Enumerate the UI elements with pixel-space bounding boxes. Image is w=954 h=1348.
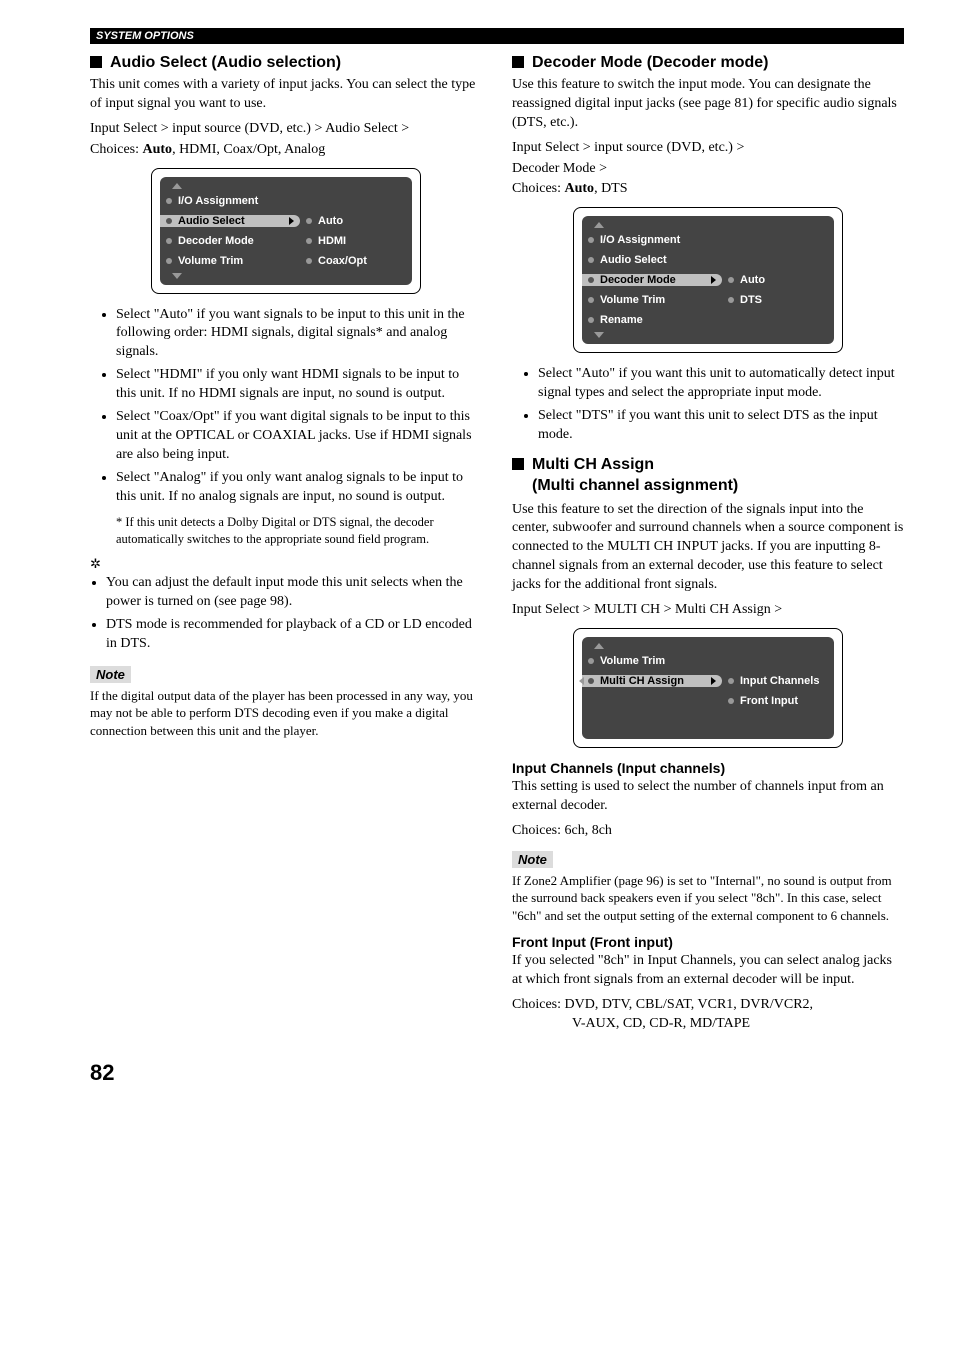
osd-right-arrow-icon <box>711 677 716 685</box>
decoder-mode-path2: Decoder Mode > <box>512 160 904 179</box>
header-bar: SYSTEM OPTIONS <box>90 28 904 44</box>
page-number: 82 <box>90 1060 904 1086</box>
osd-arrow-up-icon <box>594 643 604 649</box>
osd-item: Volume Trim <box>600 294 665 306</box>
osd-left-arrow-icon <box>579 677 584 685</box>
osd-right-arrow-icon <box>289 217 294 225</box>
section-title-text: Audio Select (Audio selection) <box>110 54 341 71</box>
front-input-choices: Choices: DVD, DTV, CBL/SAT, VCR1, DVR/VC… <box>512 996 904 1015</box>
osd-arrow-down-icon <box>594 332 604 338</box>
input-channels-desc: This setting is used to select the numbe… <box>512 778 904 816</box>
bullet-item: Select "Auto" if you want signals to be … <box>116 306 482 363</box>
decoder-mode-path: Input Select > input source (DVD, etc.) … <box>512 139 904 158</box>
osd-option: HDMI <box>318 235 346 247</box>
section-title-audio-select: Audio Select (Audio selection) <box>90 54 482 72</box>
osd-item: Audio Select <box>600 254 667 266</box>
bullet-item: Select "Coax/Opt" if you want digital si… <box>116 408 482 465</box>
note-text: If the digital output data of the player… <box>90 687 482 740</box>
subsection-input-channels: Input Channels (Input channels) <box>512 760 904 776</box>
tip-icon: ✲ <box>90 556 482 572</box>
input-channels-choices: Choices: 6ch, 8ch <box>512 822 904 841</box>
osd-item: I/O Assignment <box>600 234 680 246</box>
bullet-item: Select "Analog" if you only want analog … <box>116 469 482 507</box>
section-subtitle-text: (Multi channel assignment) <box>532 477 738 494</box>
square-bullet-icon <box>512 56 524 68</box>
osd-option: Auto <box>740 274 765 286</box>
right-column: Decoder Mode (Decoder mode) Use this fea… <box>512 54 904 1040</box>
square-bullet-icon <box>512 458 524 470</box>
section-title-text: Decoder Mode (Decoder mode) <box>532 54 768 71</box>
multi-ch-path: Input Select > MULTI CH > Multi CH Assig… <box>512 601 904 620</box>
audio-select-footnote: * If this unit detects a Dolby Digital o… <box>116 514 482 548</box>
osd-option: Auto <box>318 215 343 227</box>
section-title-decoder-mode: Decoder Mode (Decoder mode) <box>512 54 904 72</box>
osd-option: Coax/Opt <box>318 255 367 267</box>
front-input-choices-l2: V-AUX, CD, CD-R, MD/TAPE <box>572 1015 904 1034</box>
section-title-multi-ch: Multi CH Assign (Multi channel assignmen… <box>512 455 904 497</box>
osd-arrow-down-icon <box>172 273 182 279</box>
audio-select-bullets: Select "Auto" if you want signals to be … <box>90 306 482 507</box>
decoder-mode-intro: Use this feature to switch the input mod… <box>512 76 904 133</box>
bullet-item: Select "DTS" if you want this unit to se… <box>538 407 904 445</box>
osd-option: Front Input <box>740 695 798 707</box>
section-title-text: Multi CH Assign <box>532 456 654 473</box>
osd-audio-select: I/O Assignment Audio Select Auto Decoder… <box>151 168 421 294</box>
osd-item: Decoder Mode <box>178 235 254 247</box>
multi-ch-intro: Use this feature to set the direction of… <box>512 501 904 595</box>
front-input-desc: If you selected "8ch" in Input Channels,… <box>512 952 904 990</box>
osd-right-arrow-icon <box>711 276 716 284</box>
bullet-item: Select "Auto" if you want this unit to a… <box>538 365 904 403</box>
audio-select-path: Input Select > input source (DVD, etc.) … <box>90 120 482 139</box>
osd-item: I/O Assignment <box>178 195 258 207</box>
tip-item: DTS mode is recommended for playback of … <box>106 616 482 654</box>
square-bullet-icon <box>90 56 102 68</box>
osd-item-selected: Decoder Mode <box>600 274 676 286</box>
note-label: Note <box>90 666 131 683</box>
note-text: If Zone2 Amplifier (page 96) is set to "… <box>512 872 904 925</box>
audio-select-choices: Choices: Auto, HDMI, Coax/Opt, Analog <box>90 141 482 160</box>
decoder-mode-choices: Choices: Auto, DTS <box>512 180 904 199</box>
subsection-front-input: Front Input (Front input) <box>512 934 904 950</box>
osd-item-selected: Audio Select <box>178 215 245 227</box>
osd-item: Volume Trim <box>600 655 665 667</box>
bullet-item: Select "HDMI" if you only want HDMI sign… <box>116 366 482 404</box>
osd-item: Volume Trim <box>178 255 243 267</box>
audio-select-intro: This unit comes with a variety of input … <box>90 76 482 114</box>
tip-item: You can adjust the default input mode th… <box>106 574 482 612</box>
osd-arrow-up-icon <box>172 183 182 189</box>
osd-option: Input Channels <box>740 675 819 687</box>
osd-multi-ch: Volume Trim Multi CH Assign Input Channe… <box>573 628 843 748</box>
decoder-mode-bullets: Select "Auto" if you want this unit to a… <box>512 365 904 445</box>
note-label: Note <box>512 851 553 868</box>
osd-item-selected: Multi CH Assign <box>600 675 684 687</box>
osd-item: Rename <box>600 314 643 326</box>
audio-select-tips: You can adjust the default input mode th… <box>90 574 482 654</box>
left-column: Audio Select (Audio selection) This unit… <box>90 54 482 1040</box>
osd-decoder-mode: I/O Assignment Audio Select Decoder Mode… <box>573 207 843 353</box>
osd-option: DTS <box>740 294 762 306</box>
osd-arrow-up-icon <box>594 222 604 228</box>
